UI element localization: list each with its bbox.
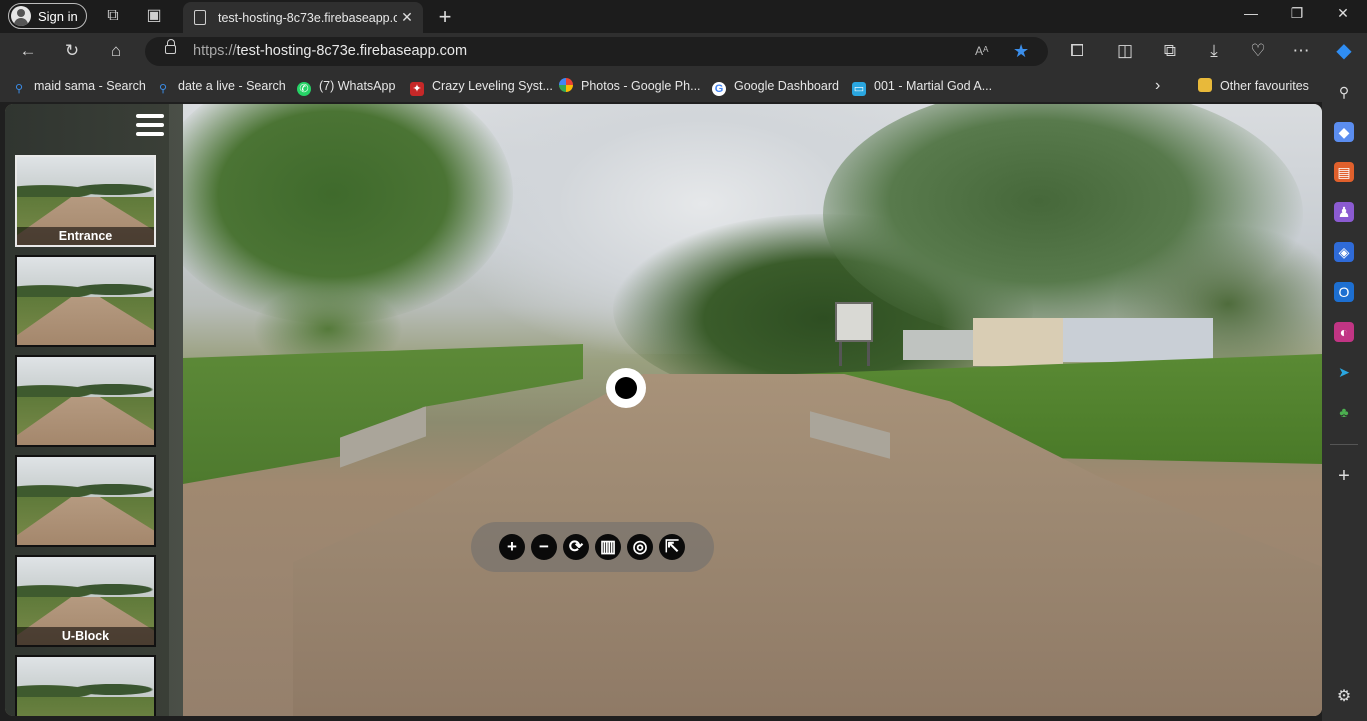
scene-list-panel: Entrance U-Block [5,104,183,716]
active-tab[interactable]: test-hosting-8c73e.firebaseapp.c ✕ [183,2,423,33]
minimize-button[interactable]: — [1236,5,1266,21]
scene-thumbnail[interactable] [15,255,156,347]
favourite-star-icon[interactable]: ★ [1013,37,1029,66]
gyroscope-button[interactable]: ◎ [627,534,653,560]
panorama-view[interactable] [183,104,1322,716]
sidebar-divider [1330,444,1358,445]
book-icon: ✦ [410,82,424,96]
favourite-link[interactable]: ▭ 001 - Martial God A... [852,70,992,102]
workspaces-icon[interactable]: ⧉ [103,6,123,26]
sign-in-button[interactable]: Sign in [8,3,87,29]
fullscreen-button[interactable]: ⇱ [659,534,685,560]
folder-icon [1198,78,1212,92]
close-window-button[interactable]: ✕ [1328,5,1358,22]
building [1063,318,1213,362]
viewer-control-bar: + − ⟳ ▥ ◎ ⇱ [471,522,714,572]
favourite-link[interactable]: ✆ (7) WhatsApp [297,70,395,102]
home-icon[interactable]: ⌂ [103,39,129,63]
search-icon: ⚲ [158,83,168,95]
building [973,318,1063,366]
outlook-icon[interactable]: O [1334,282,1354,302]
favourite-link[interactable]: Photos - Google Ph... [559,70,701,102]
split-screen-icon[interactable]: ◫ [1112,39,1138,63]
whatsapp-icon: ✆ [297,82,311,96]
other-favourites-folder[interactable]: Other favourites [1198,70,1309,102]
downloads-icon[interactable]: ⤓ [1201,39,1227,63]
shopping-tag-icon[interactable]: ◆ [1334,122,1354,142]
navigation-bar: ← ↻ ⌂ https://test-hosting-8c73e.firebas… [0,33,1367,70]
url-text[interactable]: https://test-hosting-8c73e.firebaseapp.c… [193,37,467,66]
scene-thumbnail[interactable]: Entrance [15,155,156,247]
profile-avatar-icon [11,6,31,26]
copilot-icon[interactable]: ◆ [1331,39,1357,63]
favourite-link[interactable]: ✦ Crazy Leveling Syst... [410,70,553,102]
browser-essentials-icon[interactable]: ♡ [1245,39,1271,63]
add-icon[interactable]: + [1334,466,1354,486]
scene-thumbnail[interactable] [15,655,156,716]
photos-icon [559,78,573,92]
games-icon[interactable]: ♟ [1334,202,1354,222]
telegram-icon[interactable]: ➤ [1334,362,1354,382]
new-tab-button[interactable]: + [433,4,457,30]
scene-thumbnail[interactable] [15,455,156,547]
edge-sidebar: ⚲ ◆ ▤ ♟ ◈ O ◐ ➤ ♣ + ⚙ [1322,70,1367,721]
designer-icon[interactable]: ◐ [1334,322,1354,342]
hamburger-menu-icon[interactable] [136,114,164,136]
tab-title: test-hosting-8c73e.firebaseapp.c [218,10,397,25]
tree-icon[interactable]: ♣ [1334,402,1354,422]
scene-caption: Entrance [17,227,154,245]
notice-board [835,302,873,342]
scene-thumbnail[interactable]: U-Block [15,555,156,647]
settings-gear-icon[interactable]: ⚙ [1334,687,1354,707]
scene-caption: U-Block [17,627,154,645]
sign-in-label: Sign in [38,8,78,24]
building [903,330,973,360]
favourite-link[interactable]: ⚲ date a live - Search [156,70,286,102]
sign-post [867,342,870,366]
zoom-out-button[interactable]: − [531,534,557,560]
title-bar: Sign in ⧉ ▣ test-hosting-8c73e.firebasea… [0,0,1367,33]
read-aloud-icon[interactable]: Aᴬ [975,37,988,66]
map-button[interactable]: ▥ [595,534,621,560]
tab-actions-icon[interactable]: ▣ [144,6,164,26]
tools-icon[interactable]: ▤ [1334,162,1354,182]
lock-icon[interactable] [165,39,176,54]
back-icon[interactable]: ← [15,39,41,63]
refresh-icon[interactable]: ↻ [59,39,85,63]
google-icon: G [712,82,726,96]
extensions-icon[interactable]: ⧠ [1064,39,1090,63]
favourites-bar: ⚲ maid sama - Search ⚲ date a live - Searc… [0,70,1367,102]
copilot-sidebar-icon[interactable]: ◈ [1334,242,1354,262]
more-options-icon[interactable]: ⋯ [1288,39,1314,63]
zoom-in-button[interactable]: + [499,534,525,560]
close-tab-icon[interactable]: ✕ [397,9,417,26]
favourite-link[interactable]: G Google Dashboard [712,70,839,102]
collections-icon[interactable]: ⧉ [1157,39,1183,63]
scene-thumbnail[interactable] [15,355,156,447]
search-icon: ⚲ [14,83,24,95]
search-icon[interactable]: ⚲ [1334,82,1354,102]
favourite-link[interactable]: ⚲ maid sama - Search [12,70,146,102]
navigation-hotspot[interactable] [606,368,646,408]
more-favourites-chevron-icon[interactable]: › [1155,70,1160,102]
page-icon [194,10,206,25]
address-bar[interactable]: https://test-hosting-8c73e.firebaseapp.c… [145,37,1048,66]
sign-post [839,342,842,366]
autorotate-button[interactable]: ⟳ [563,534,589,560]
bilibili-icon: ▭ [852,82,866,96]
maximize-button[interactable]: ❐ [1282,5,1312,22]
page-content: Entrance U-Block + − ⟳ ▥ ◎ ⇱ [5,104,1322,716]
